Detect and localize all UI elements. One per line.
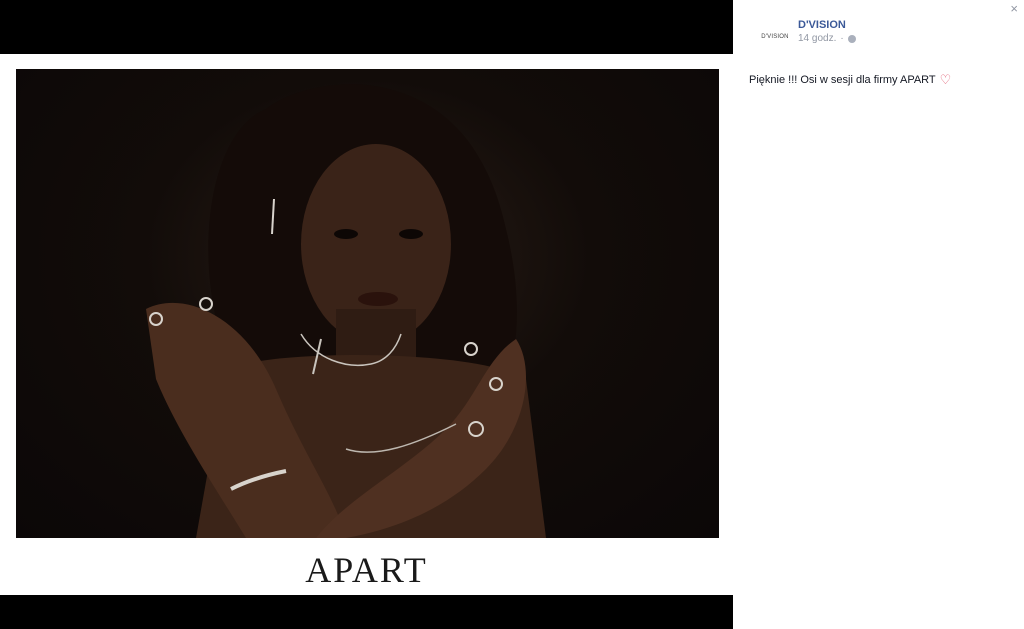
photo-frame: APART [0,54,733,595]
page-name-link[interactable]: D'VISION [798,19,846,31]
heart-icon: ♡ [939,72,952,87]
post-message: Pięknie !!! Osi w sesji dla firmy APART [749,74,936,86]
post-timestamp[interactable]: 14 godz. [798,33,836,44]
meta-separator: · [840,33,844,44]
post-meta: 14 godz. · [798,33,856,44]
globe-icon[interactable] [847,34,856,43]
brand-logo: APART [305,550,428,590]
avatar[interactable]: D'VISION [757,19,793,55]
model-illustration [146,84,546,538]
post-photo[interactable] [16,69,719,538]
post-text: Pięknie !!! Osi w sesji dla firmy APART … [749,72,1014,87]
close-icon[interactable]: × [1010,2,1018,16]
photo-viewer: APART [0,0,733,629]
post-sidebar: × D'VISION D'VISION 14 godz. · Pięknie !… [733,0,1024,629]
